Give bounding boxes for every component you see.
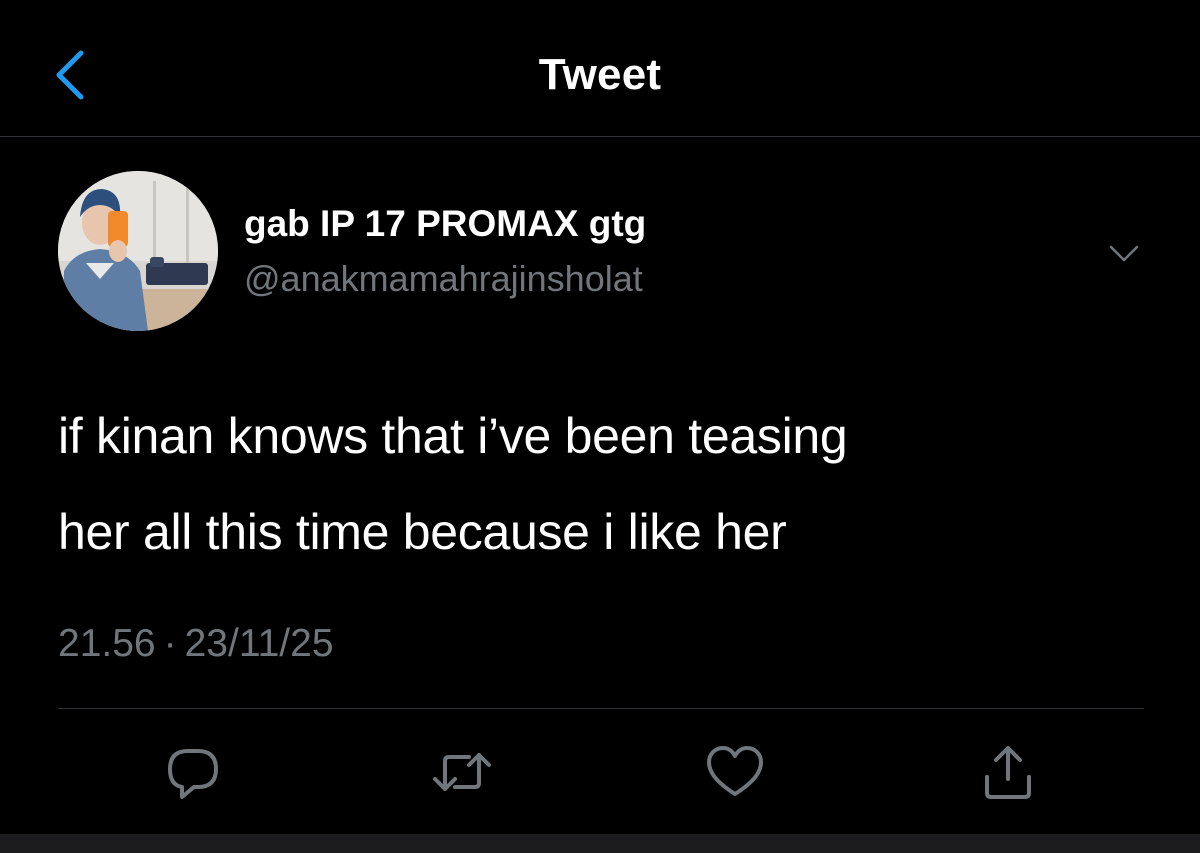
more-options-button[interactable] [1098, 234, 1150, 274]
avatar[interactable] [58, 171, 218, 331]
divider [58, 708, 1144, 709]
reply-button[interactable] [161, 740, 225, 804]
tweet-text-line: her all this time because i like her [58, 504, 787, 560]
chevron-down-icon [1109, 245, 1139, 262]
avatar-photo [58, 171, 218, 331]
user-handle[interactable]: @anakmamahrajinsholat [244, 258, 643, 300]
retweet-icon [433, 753, 491, 791]
bottom-bar [0, 834, 1200, 853]
timestamp-separator: · [163, 622, 177, 665]
share-button[interactable] [976, 740, 1040, 804]
top-bar: Tweet [0, 0, 1200, 137]
tweet-text: if kinan knows that i’ve been teasing he… [58, 388, 1158, 580]
retweet-button[interactable] [430, 740, 494, 804]
like-button[interactable] [703, 740, 767, 804]
page-title: Tweet [538, 50, 662, 99]
tweet-timestamp: 21.56 · 23/11/25 [58, 622, 334, 666]
reply-icon [168, 749, 218, 799]
tweet-time: 21.56 [58, 622, 156, 665]
share-icon [985, 746, 1031, 799]
tweet-text-line: if kinan knows that i’ve been teasing [58, 408, 848, 464]
like-icon [707, 746, 763, 796]
tweet-date: 23/11/25 [184, 622, 334, 665]
display-name[interactable]: gab IP 17 PROMAX gtg [244, 203, 646, 245]
